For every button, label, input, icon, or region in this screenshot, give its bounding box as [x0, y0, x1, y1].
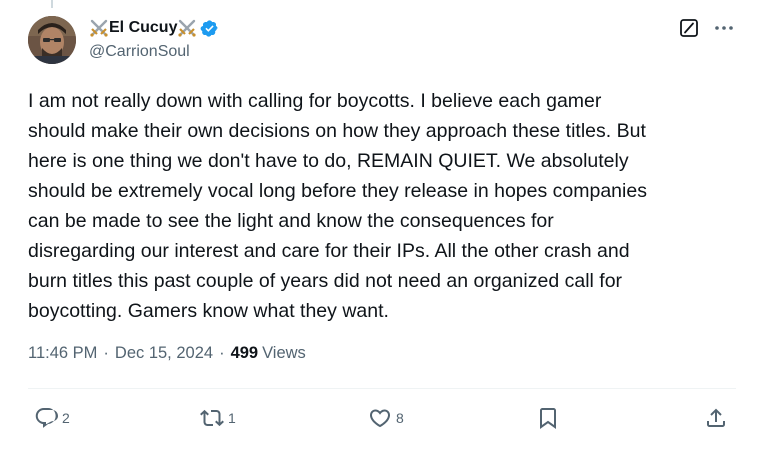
share-button[interactable]: [704, 400, 728, 436]
repost-icon: [200, 409, 224, 427]
like-count: 8: [396, 410, 404, 426]
reply-icon: [35, 408, 58, 428]
avatar-image: [28, 16, 76, 64]
more-options-icon[interactable]: [713, 18, 735, 38]
heart-icon: [369, 409, 391, 428]
meta-separator: ·: [219, 344, 225, 362]
crossed-swords-icon: [178, 19, 197, 37]
tweet-date[interactable]: Dec 15, 2024: [115, 344, 213, 363]
thread-connector-line: [51, 0, 53, 8]
bookmark-button[interactable]: [536, 400, 560, 436]
reply-count: 2: [62, 410, 70, 426]
avatar[interactable]: [28, 16, 76, 64]
reply-button[interactable]: 2: [34, 400, 70, 436]
author-name-row[interactable]: El Cucuy: [89, 17, 219, 39]
tweet-time[interactable]: 11:46 PM: [28, 344, 97, 363]
author-display-name[interactable]: El Cucuy: [109, 19, 177, 37]
grok-icon[interactable]: [679, 18, 699, 38]
tweet-text: I am not really down with calling for bo…: [28, 90, 647, 322]
tweet-meta: 11:46 PM · Dec 15, 2024 · 499 Views: [28, 344, 306, 363]
like-button[interactable]: 8: [368, 400, 404, 436]
views-label: Views: [262, 344, 306, 362]
views-count: 499: [230, 344, 259, 362]
verified-badge-icon: [201, 19, 219, 37]
author-handle[interactable]: @CarrionSoul: [89, 43, 190, 61]
repost-button[interactable]: 1: [200, 400, 236, 436]
meta-separator: ·: [103, 344, 109, 362]
repost-count: 1: [228, 410, 236, 426]
tweet-action-bar: 2 1 8: [28, 400, 736, 436]
divider: [28, 388, 736, 389]
share-icon: [707, 408, 725, 427]
crossed-swords-icon: [90, 19, 108, 37]
tweet-top-actions: [679, 18, 735, 38]
bookmark-icon: [540, 408, 556, 429]
